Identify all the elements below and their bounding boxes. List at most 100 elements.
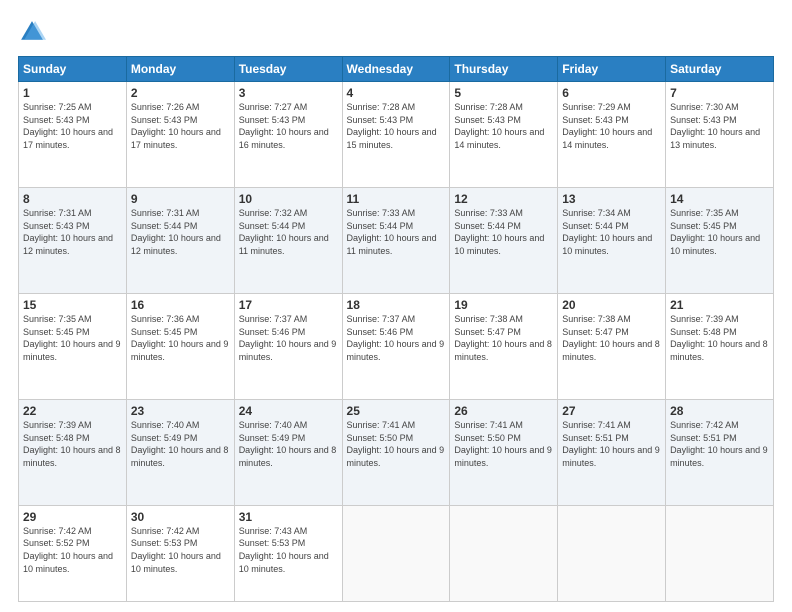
day-info: Sunrise: 7:42 AMSunset: 5:52 PMDaylight:… [23,526,113,574]
day-info: Sunrise: 7:36 AMSunset: 5:45 PMDaylight:… [131,314,229,362]
day-info: Sunrise: 7:33 AMSunset: 5:44 PMDaylight:… [347,208,437,256]
day-info: Sunrise: 7:39 AMSunset: 5:48 PMDaylight:… [670,314,768,362]
table-row: 1 Sunrise: 7:25 AMSunset: 5:43 PMDayligh… [19,82,127,188]
day-info: Sunrise: 7:31 AMSunset: 5:43 PMDaylight:… [23,208,113,256]
day-number: 12 [454,192,553,206]
day-number: 7 [670,86,769,100]
table-row: 7 Sunrise: 7:30 AMSunset: 5:43 PMDayligh… [666,82,774,188]
day-info: Sunrise: 7:40 AMSunset: 5:49 PMDaylight:… [239,420,337,468]
table-row: 23 Sunrise: 7:40 AMSunset: 5:49 PMDaylig… [126,399,234,505]
col-friday: Friday [558,57,666,82]
table-row: 31 Sunrise: 7:43 AMSunset: 5:53 PMDaylig… [234,505,342,601]
logo-icon [18,18,46,46]
day-number: 30 [131,510,230,524]
day-number: 8 [23,192,122,206]
day-number: 15 [23,298,122,312]
day-info: Sunrise: 7:34 AMSunset: 5:44 PMDaylight:… [562,208,652,256]
table-row: 21 Sunrise: 7:39 AMSunset: 5:48 PMDaylig… [666,293,774,399]
table-row: 27 Sunrise: 7:41 AMSunset: 5:51 PMDaylig… [558,399,666,505]
day-info: Sunrise: 7:37 AMSunset: 5:46 PMDaylight:… [239,314,337,362]
table-row: 24 Sunrise: 7:40 AMSunset: 5:49 PMDaylig… [234,399,342,505]
day-number: 2 [131,86,230,100]
day-info: Sunrise: 7:41 AMSunset: 5:50 PMDaylight:… [347,420,445,468]
table-row: 11 Sunrise: 7:33 AMSunset: 5:44 PMDaylig… [342,187,450,293]
day-number: 25 [347,404,446,418]
table-row: 9 Sunrise: 7:31 AMSunset: 5:44 PMDayligh… [126,187,234,293]
table-row: 20 Sunrise: 7:38 AMSunset: 5:47 PMDaylig… [558,293,666,399]
day-number: 22 [23,404,122,418]
day-number: 1 [23,86,122,100]
table-row: 25 Sunrise: 7:41 AMSunset: 5:50 PMDaylig… [342,399,450,505]
day-info: Sunrise: 7:38 AMSunset: 5:47 PMDaylight:… [562,314,660,362]
day-number: 17 [239,298,338,312]
table-row: 2 Sunrise: 7:26 AMSunset: 5:43 PMDayligh… [126,82,234,188]
header [18,18,774,46]
table-row: 4 Sunrise: 7:28 AMSunset: 5:43 PMDayligh… [342,82,450,188]
table-row: 17 Sunrise: 7:37 AMSunset: 5:46 PMDaylig… [234,293,342,399]
table-row: 18 Sunrise: 7:37 AMSunset: 5:46 PMDaylig… [342,293,450,399]
day-info: Sunrise: 7:37 AMSunset: 5:46 PMDaylight:… [347,314,445,362]
table-row: 15 Sunrise: 7:35 AMSunset: 5:45 PMDaylig… [19,293,127,399]
table-row: 5 Sunrise: 7:28 AMSunset: 5:43 PMDayligh… [450,82,558,188]
day-info: Sunrise: 7:42 AMSunset: 5:53 PMDaylight:… [131,526,221,574]
day-info: Sunrise: 7:27 AMSunset: 5:43 PMDaylight:… [239,102,329,150]
day-info: Sunrise: 7:28 AMSunset: 5:43 PMDaylight:… [454,102,544,150]
day-info: Sunrise: 7:39 AMSunset: 5:48 PMDaylight:… [23,420,121,468]
table-row: 16 Sunrise: 7:36 AMSunset: 5:45 PMDaylig… [126,293,234,399]
day-number: 21 [670,298,769,312]
table-row [342,505,450,601]
day-number: 10 [239,192,338,206]
day-number: 29 [23,510,122,524]
day-info: Sunrise: 7:41 AMSunset: 5:51 PMDaylight:… [562,420,660,468]
table-row: 22 Sunrise: 7:39 AMSunset: 5:48 PMDaylig… [19,399,127,505]
day-info: Sunrise: 7:38 AMSunset: 5:47 PMDaylight:… [454,314,552,362]
table-row: 19 Sunrise: 7:38 AMSunset: 5:47 PMDaylig… [450,293,558,399]
day-number: 26 [454,404,553,418]
table-row [558,505,666,601]
day-number: 19 [454,298,553,312]
day-number: 20 [562,298,661,312]
day-number: 27 [562,404,661,418]
day-info: Sunrise: 7:43 AMSunset: 5:53 PMDaylight:… [239,526,329,574]
day-number: 3 [239,86,338,100]
table-row: 10 Sunrise: 7:32 AMSunset: 5:44 PMDaylig… [234,187,342,293]
day-number: 18 [347,298,446,312]
day-info: Sunrise: 7:30 AMSunset: 5:43 PMDaylight:… [670,102,760,150]
day-number: 5 [454,86,553,100]
day-info: Sunrise: 7:41 AMSunset: 5:50 PMDaylight:… [454,420,552,468]
day-info: Sunrise: 7:26 AMSunset: 5:43 PMDaylight:… [131,102,221,150]
calendar-table: Sunday Monday Tuesday Wednesday Thursday… [18,56,774,602]
day-info: Sunrise: 7:33 AMSunset: 5:44 PMDaylight:… [454,208,544,256]
day-number: 9 [131,192,230,206]
table-row: 14 Sunrise: 7:35 AMSunset: 5:45 PMDaylig… [666,187,774,293]
day-info: Sunrise: 7:40 AMSunset: 5:49 PMDaylight:… [131,420,229,468]
day-number: 6 [562,86,661,100]
table-row [450,505,558,601]
table-row: 26 Sunrise: 7:41 AMSunset: 5:50 PMDaylig… [450,399,558,505]
day-number: 31 [239,510,338,524]
col-monday: Monday [126,57,234,82]
day-number: 23 [131,404,230,418]
day-info: Sunrise: 7:28 AMSunset: 5:43 PMDaylight:… [347,102,437,150]
day-number: 24 [239,404,338,418]
day-info: Sunrise: 7:42 AMSunset: 5:51 PMDaylight:… [670,420,768,468]
table-row: 13 Sunrise: 7:34 AMSunset: 5:44 PMDaylig… [558,187,666,293]
day-info: Sunrise: 7:31 AMSunset: 5:44 PMDaylight:… [131,208,221,256]
table-row: 8 Sunrise: 7:31 AMSunset: 5:43 PMDayligh… [19,187,127,293]
day-number: 11 [347,192,446,206]
table-row: 12 Sunrise: 7:33 AMSunset: 5:44 PMDaylig… [450,187,558,293]
col-sunday: Sunday [19,57,127,82]
day-number: 28 [670,404,769,418]
col-tuesday: Tuesday [234,57,342,82]
table-row: 6 Sunrise: 7:29 AMSunset: 5:43 PMDayligh… [558,82,666,188]
day-number: 16 [131,298,230,312]
day-info: Sunrise: 7:25 AMSunset: 5:43 PMDaylight:… [23,102,113,150]
day-number: 14 [670,192,769,206]
table-row: 3 Sunrise: 7:27 AMSunset: 5:43 PMDayligh… [234,82,342,188]
table-row [666,505,774,601]
table-row: 30 Sunrise: 7:42 AMSunset: 5:53 PMDaylig… [126,505,234,601]
day-info: Sunrise: 7:32 AMSunset: 5:44 PMDaylight:… [239,208,329,256]
day-info: Sunrise: 7:29 AMSunset: 5:43 PMDaylight:… [562,102,652,150]
day-number: 13 [562,192,661,206]
col-thursday: Thursday [450,57,558,82]
